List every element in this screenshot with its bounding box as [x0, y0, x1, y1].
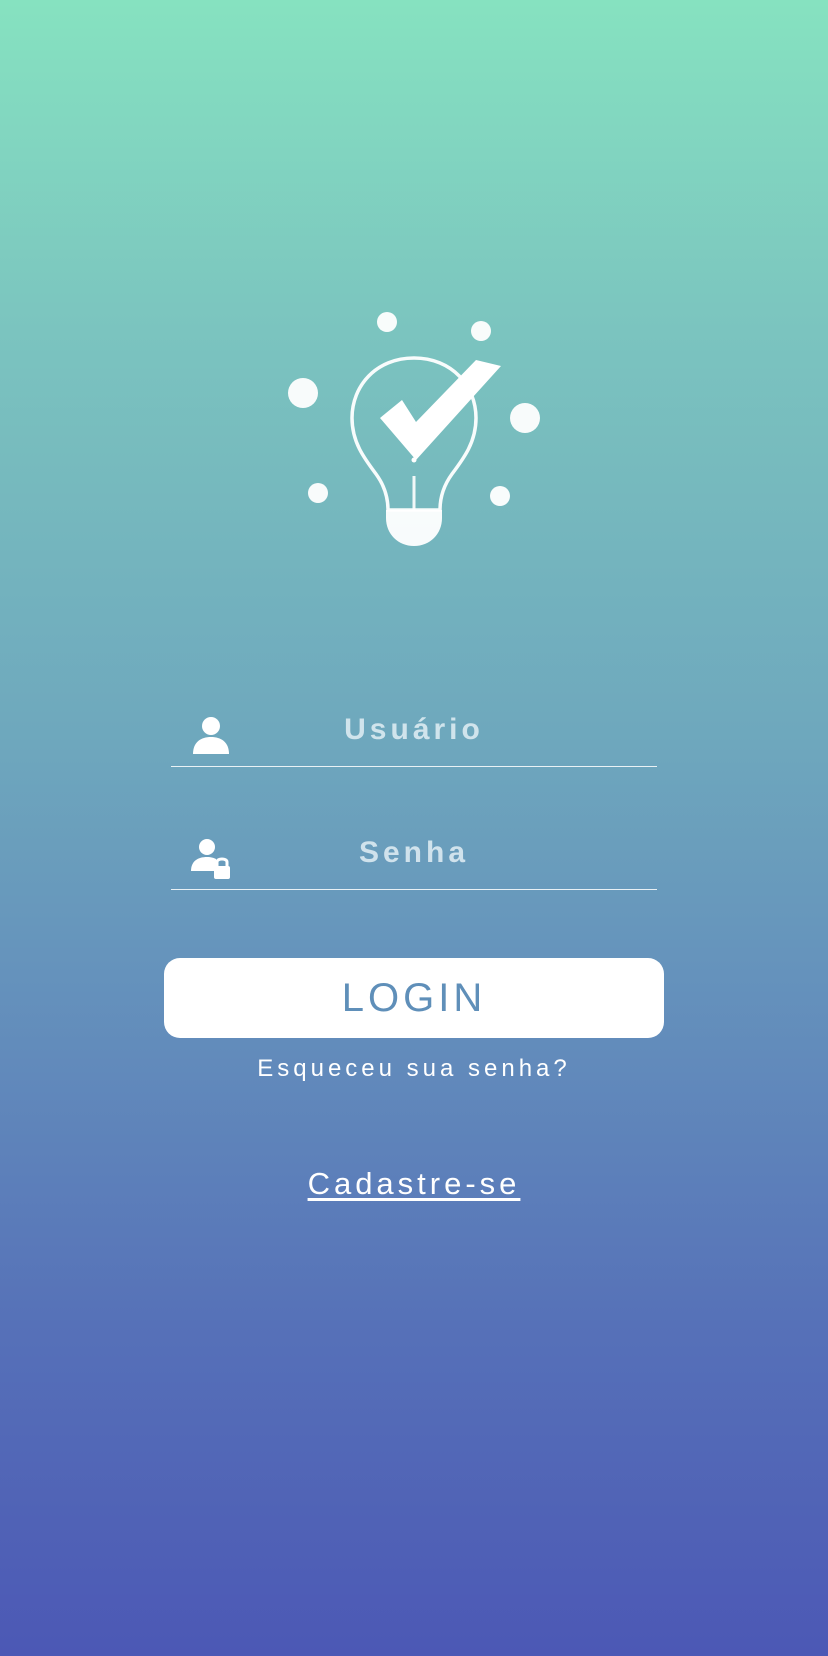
app-logo	[276, 300, 552, 550]
username-field	[171, 688, 657, 767]
signup-link[interactable]: Cadastre-se	[308, 1166, 521, 1201]
password-field	[171, 811, 657, 890]
username-input[interactable]	[171, 702, 657, 758]
login-button[interactable]: LOGIN	[164, 958, 664, 1038]
lightbulb-check-icon	[288, 312, 540, 546]
signup-link-container: Cadastre-se	[0, 1166, 828, 1202]
password-input[interactable]	[171, 825, 657, 881]
forgot-password-link[interactable]: Esqueceu sua senha?	[0, 1055, 828, 1083]
